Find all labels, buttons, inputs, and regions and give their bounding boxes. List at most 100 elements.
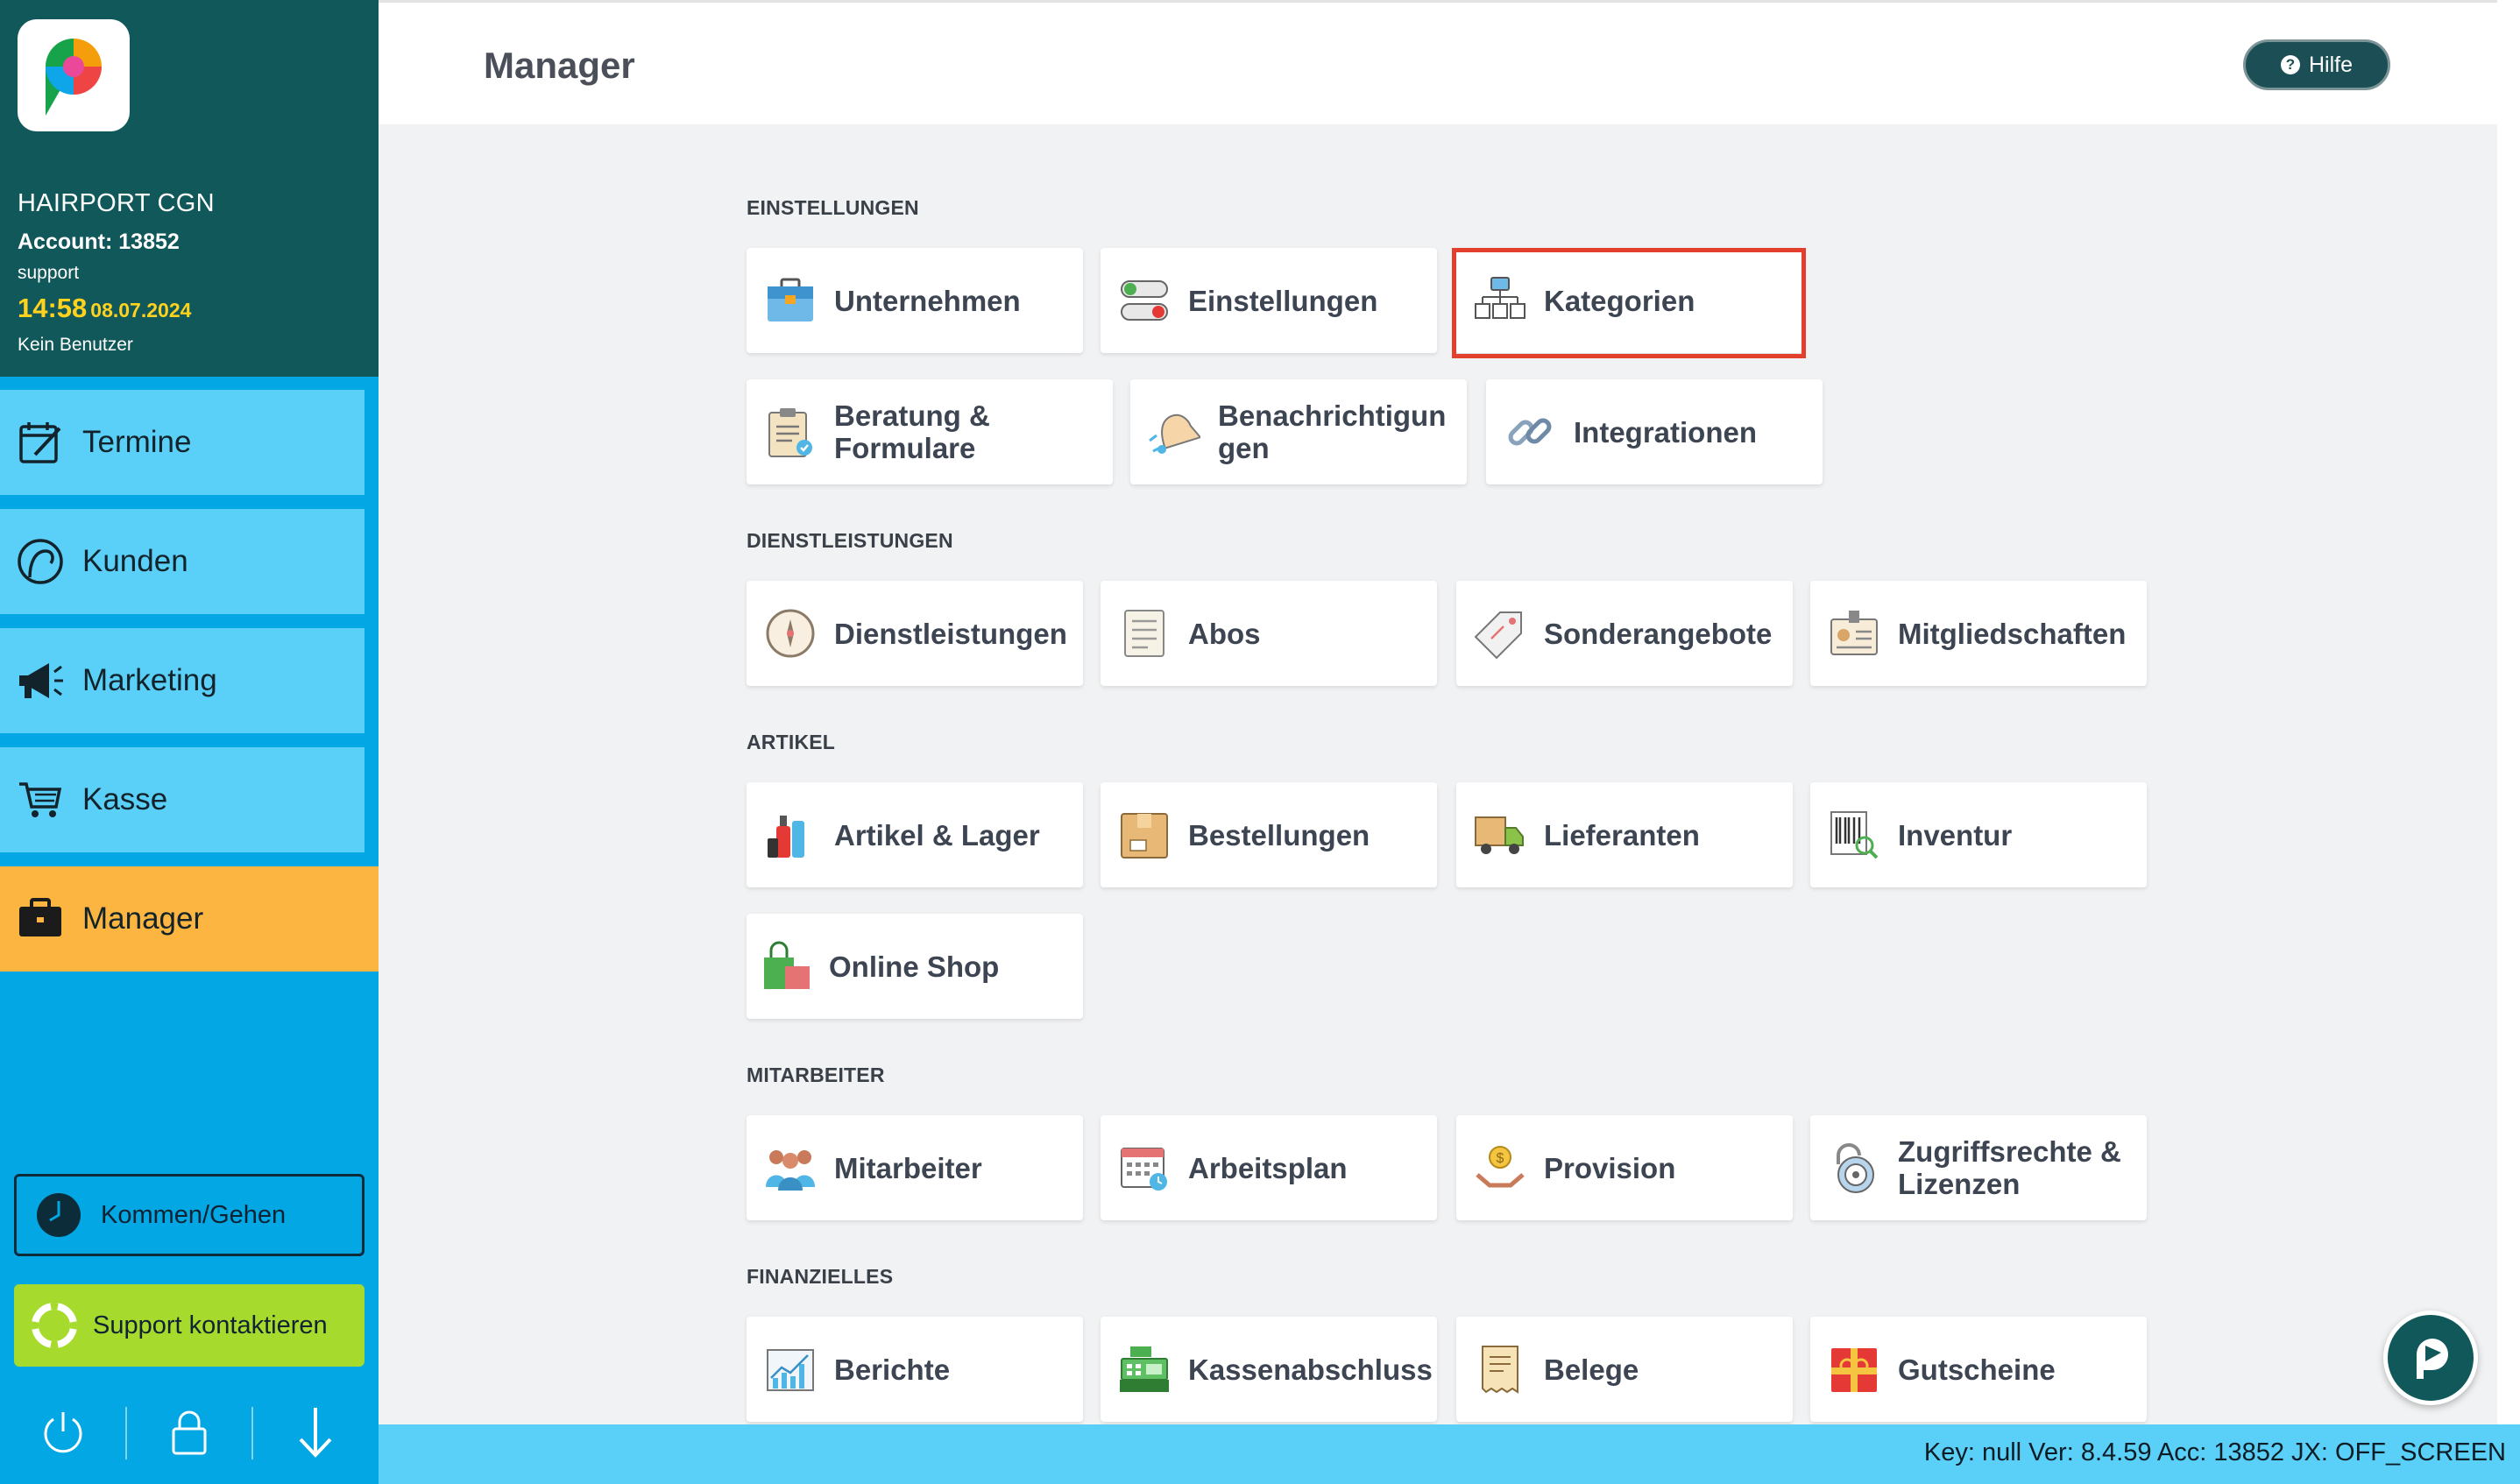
tile-label: Lieferanten [1544,818,1700,852]
current-employee: Kein Benutzer [18,335,133,355]
nav-marketing[interactable]: Marketing [0,628,365,733]
tile-abos[interactable]: Abos [1101,581,1437,686]
tile-label: Gutscheine [1898,1353,2056,1386]
truck-icon [1472,807,1528,863]
tile-provision[interactable]: $ Provision [1456,1115,1793,1220]
gift-icon [1826,1341,1882,1397]
clipboard-icon [762,404,818,460]
tile-label: Kassenabschluss [1188,1353,1433,1386]
box-icon [1116,807,1172,863]
nav-kasse[interactable]: Kasse [0,747,365,852]
tile-sonderangebote[interactable]: Sonderangebote [1456,581,1793,686]
receipt-icon [1472,1341,1528,1397]
tile-label: Kategorien [1544,284,1695,317]
section-title-finanzielles: FINANZIELLES [747,1265,894,1288]
nav-kunden[interactable]: Kunden [0,509,365,614]
nav-termine[interactable]: Termine [0,390,365,495]
megaphone-icon [14,654,67,707]
shopping-bag-icon [759,938,815,994]
arrow-down-icon [299,1408,332,1458]
clock: 14:58 08.07.2024 [18,293,191,324]
sidebar-bottom-bar [0,1393,379,1472]
briefcase-icon [762,272,818,329]
tile-label: Sonderangebote [1544,617,1773,650]
chart-icon [762,1341,818,1397]
tile-kassenabschluss[interactable]: Kassenabschluss [1101,1317,1437,1422]
lock-button[interactable] [126,1393,252,1472]
logo-icon [46,39,102,116]
tile-zugriffsrechte[interactable]: Zugriffsrechte & Lizenzen [1810,1115,2147,1220]
toggles-icon [1116,272,1172,329]
power-button[interactable] [0,1393,126,1472]
right-gutter [2497,0,2520,1424]
tile-kategorien[interactable]: Kategorien [1456,248,1802,353]
app-logo [18,19,130,131]
user-name: support [18,263,80,283]
section-title-einstellungen: EINSTELLUNGEN [747,196,919,219]
tile-belege[interactable]: Belege [1456,1317,1793,1422]
svg-text:$: $ [1497,1151,1504,1166]
hierarchy-icon [1472,272,1528,329]
company-name: HAIRPORT CGN [18,189,215,217]
tile-label: Online Shop [829,950,1000,983]
section-title-mitarbeiter: MITARBEITER [747,1064,885,1086]
clock-time: 14:58 [18,293,88,323]
lifebuoy-icon [32,1303,77,1348]
tile-inventur[interactable]: Inventur [1810,782,2147,887]
account-panel: HAIRPORT CGN Account: 13852 support 14:5… [0,0,379,377]
assistant-button[interactable] [2383,1311,2478,1405]
tile-label: Benachrichtigungen [1218,399,1447,464]
tile-lieferanten[interactable]: Lieferanten [1456,782,1793,887]
tile-label: Arbeitsplan [1188,1151,1348,1184]
tile-online-shop[interactable]: Online Shop [747,914,1083,1019]
nav-label: Termine [82,425,192,459]
tile-label: Artikel & Lager [834,818,1040,852]
tile-integrationen[interactable]: Integrationen [1486,379,1823,484]
tile-unternehmen[interactable]: Unternehmen [747,248,1083,353]
divider [251,1407,253,1459]
tag-icon [1472,605,1528,661]
tile-gutscheine[interactable]: Gutscheine [1810,1317,2147,1422]
kommen-gehen-button[interactable]: Kommen/Gehen [14,1174,365,1256]
tile-label: Mitarbeiter [834,1151,982,1184]
coin-hand-icon: $ [1472,1140,1528,1196]
tile-mitarbeiter[interactable]: Mitarbeiter [747,1115,1083,1220]
tile-label: Unternehmen [834,284,1021,317]
tile-arbeitsplan[interactable]: Arbeitsplan [1101,1115,1437,1220]
divider [125,1407,127,1459]
support-button[interactable]: Support kontaktieren [14,1284,365,1367]
kommen-gehen-label: Kommen/Gehen [101,1200,287,1229]
nav-label: Kunden [82,544,188,578]
tile-label: Beratung & Formulare [834,399,990,464]
tile-einstellungen[interactable]: Einstellungen [1101,248,1437,353]
clock-icon [37,1193,81,1237]
help-label: Hilfe [2308,52,2353,77]
tile-artikel-lager[interactable]: Artikel & Lager [747,782,1083,887]
cart-icon [14,774,67,826]
tile-mitgliedschaften[interactable]: Mitgliedschaften [1810,581,2147,686]
tile-benachrichtigungen[interactable]: Benachrichtigungen [1130,379,1467,484]
section-title-artikel: ARTIKEL [747,731,836,753]
tile-bestellungen[interactable]: Bestellungen [1101,782,1437,887]
tile-beratung-formulare[interactable]: Beratung & Formulare [747,379,1113,484]
status-text: Key: null Ver: 8.4.59 Acc: 13852 JX: OFF… [1923,1438,2506,1466]
padlock-icon [1826,1140,1882,1196]
power-icon [44,1412,82,1453]
help-button[interactable]: ? Hilfe [2243,39,2390,90]
scroll-down-button[interactable] [252,1393,379,1472]
briefcase-icon [14,893,67,945]
nav-manager[interactable]: Manager [0,866,379,972]
section-title-dienstleistungen: DIENSTLEISTUNGEN [747,529,953,552]
list-icon [1116,605,1172,661]
tile-label: Dienstleistungen [834,617,1067,650]
tile-berichte[interactable]: Berichte [747,1317,1083,1422]
products-icon [762,807,818,863]
tile-dienstleistungen[interactable]: Dienstleistungen [747,581,1083,686]
support-label: Support kontaktieren [93,1311,328,1339]
sidebar: HAIRPORT CGN Account: 13852 support 14:5… [0,0,379,1484]
tile-label: Berichte [834,1353,951,1386]
lock-icon [172,1410,207,1455]
nav-label: Manager [82,901,204,936]
customer-icon [14,535,67,588]
tile-label: Bestellungen [1188,818,1370,852]
